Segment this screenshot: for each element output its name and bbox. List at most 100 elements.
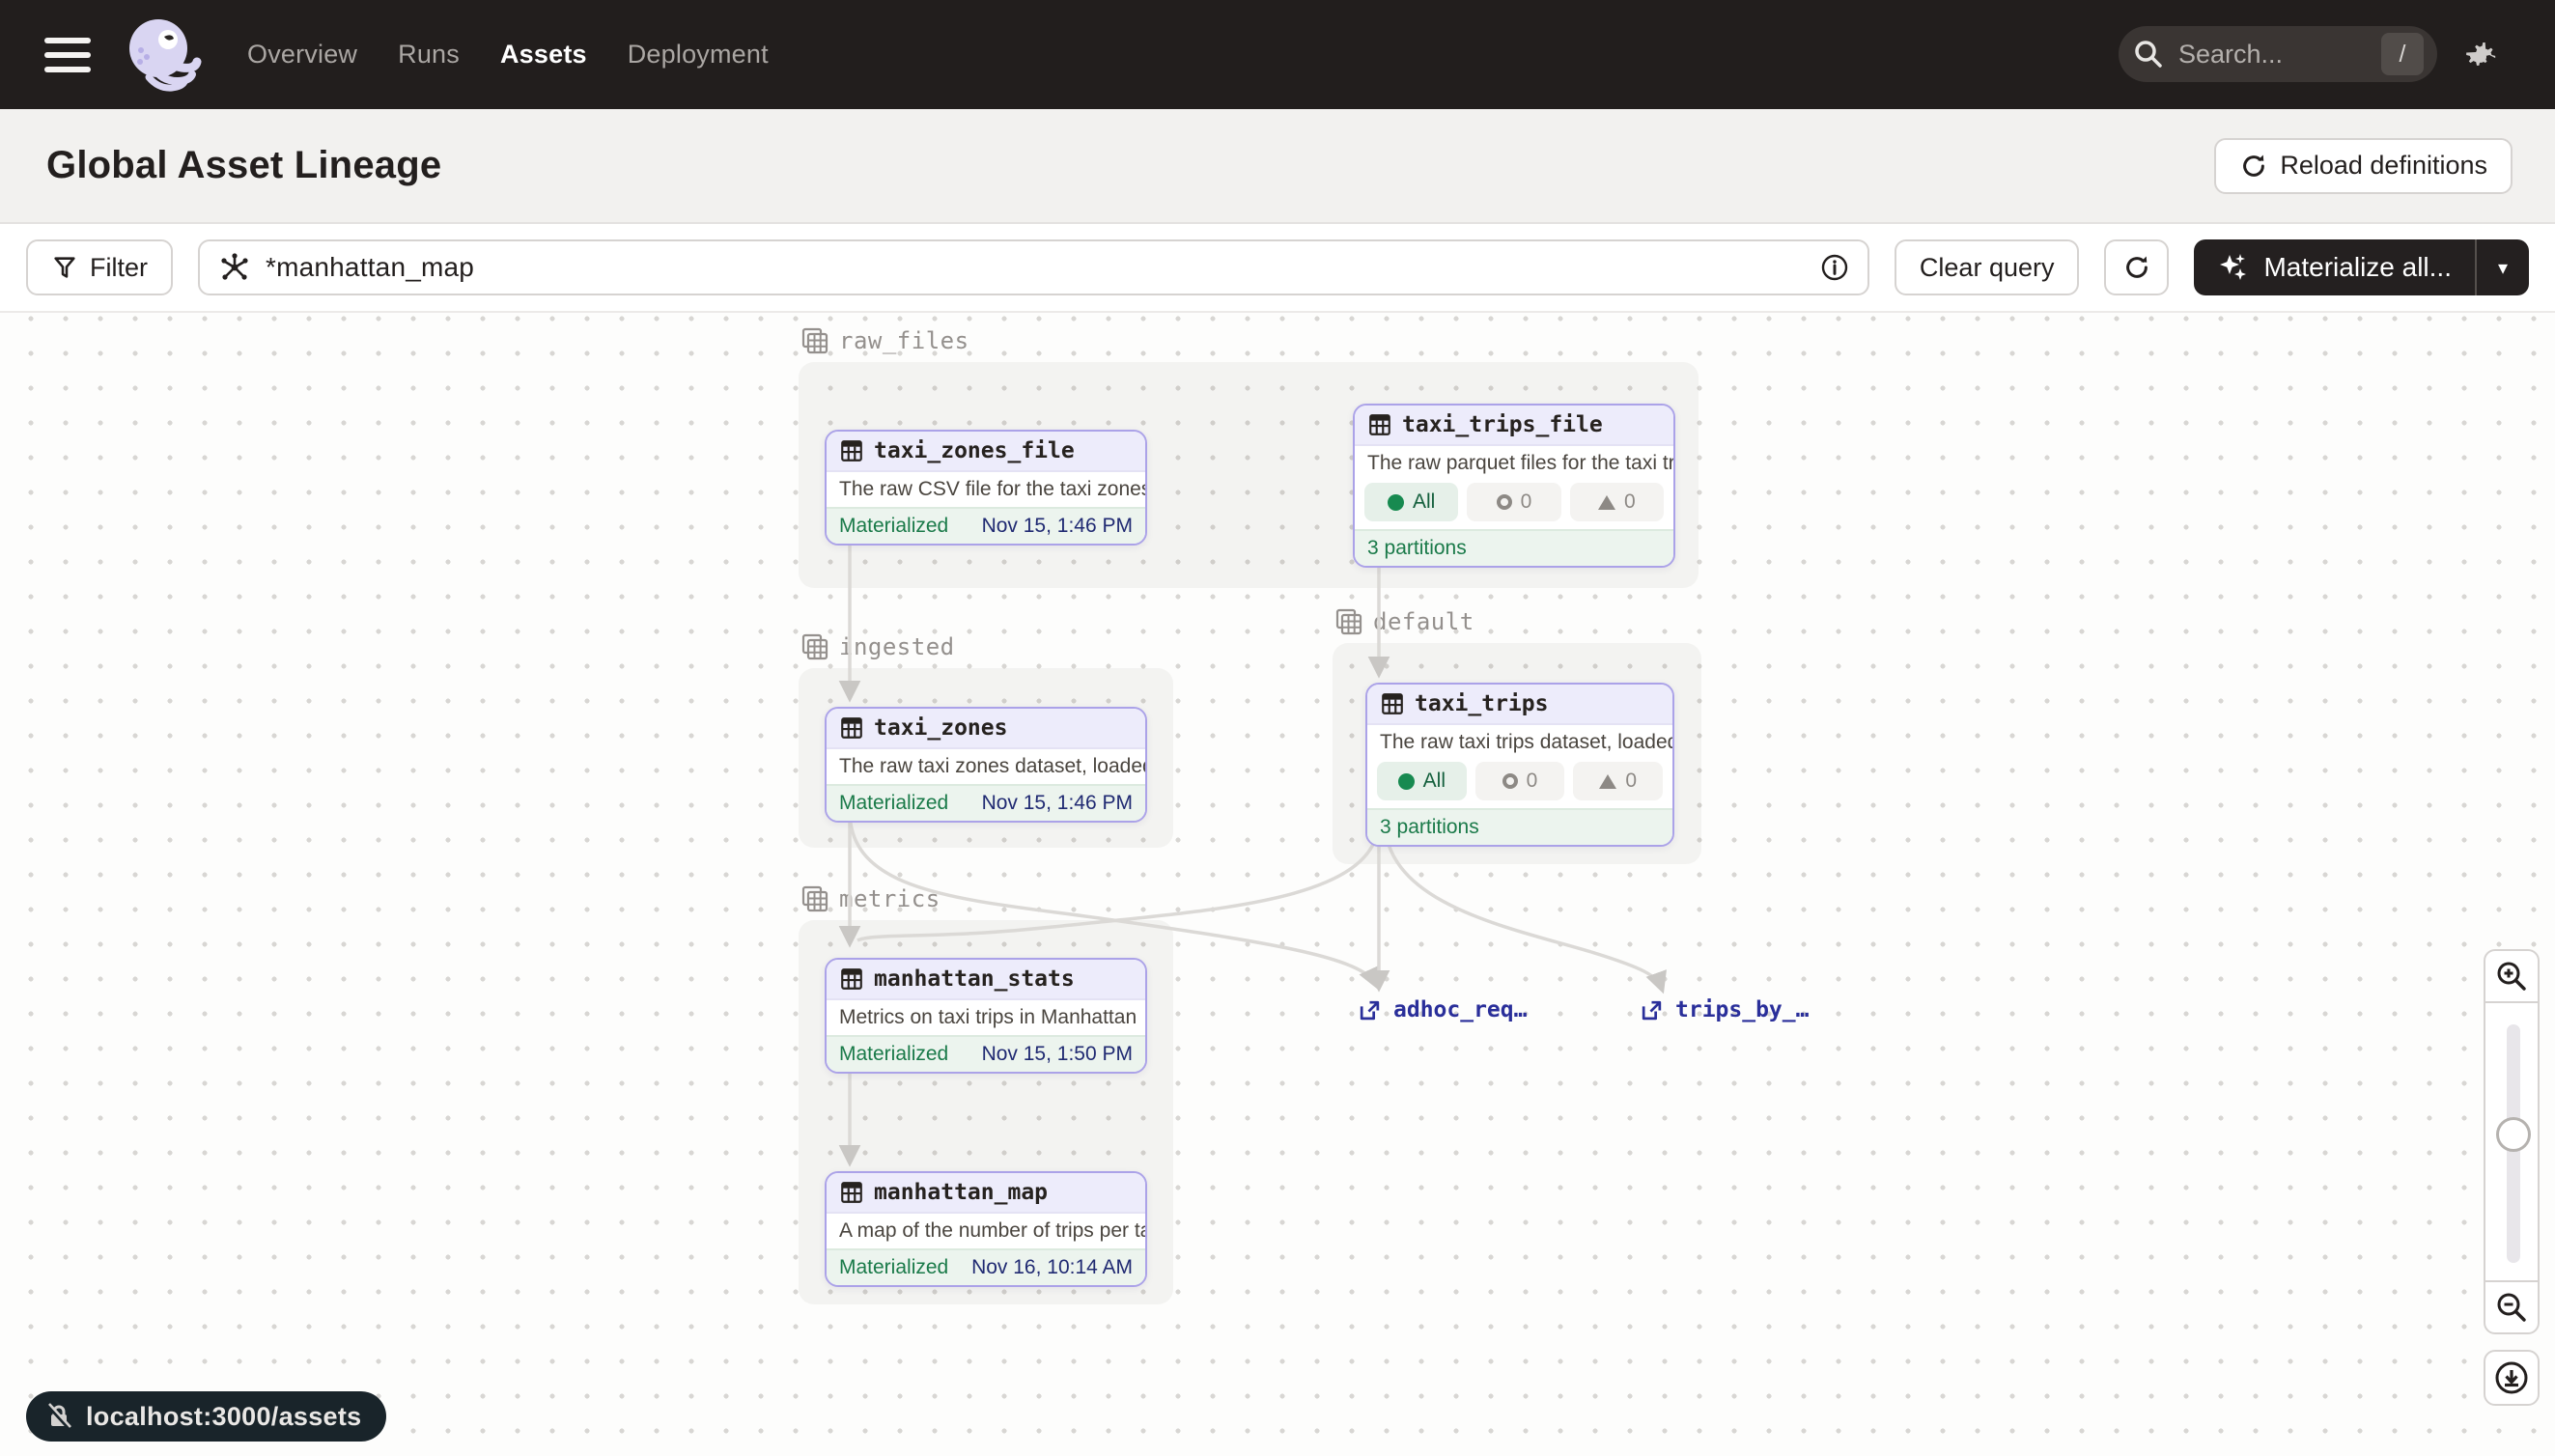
group-label-raw_files[interactable]: raw_files — [800, 326, 969, 355]
materialize-all-button[interactable]: Materialize all... ▾ — [2194, 239, 2529, 295]
zoom-out-button[interactable] — [2484, 1280, 2540, 1334]
top-navigation-bar: Overview Runs Assets Deployment Search..… — [0, 0, 2555, 109]
zoom-out-icon — [2494, 1290, 2529, 1325]
group-icon — [800, 884, 829, 913]
table-icon — [839, 1180, 864, 1205]
asset-node-manhattan_map[interactable]: manhattan_map A map of the number of tri… — [825, 1171, 1147, 1287]
table-icon — [839, 438, 864, 463]
settings-button[interactable] — [2458, 33, 2501, 75]
dagster-logo-icon[interactable] — [120, 14, 203, 97]
asset-description: A map of the number of trips per taxi z.… — [827, 1212, 1145, 1248]
download-image-button[interactable] — [2484, 1350, 2540, 1406]
asset-node-manhattan_stats[interactable]: manhattan_stats Metrics on taxi trips in… — [825, 958, 1147, 1074]
ring-icon — [1502, 773, 1518, 789]
asset-name: taxi_trips — [1415, 691, 1548, 716]
group-label-metrics[interactable]: metrics — [800, 884, 941, 913]
status-badge: Materialized — [839, 1043, 948, 1066]
filter-label: Filter — [90, 253, 148, 283]
partitions-failed-badge[interactable]: 0 — [1475, 762, 1565, 800]
table-icon — [839, 715, 864, 741]
nav-item-overview[interactable]: Overview — [247, 40, 357, 70]
zoom-controls — [2484, 949, 2540, 1334]
external-link-icon — [1640, 998, 1664, 1022]
info-icon[interactable] — [1819, 252, 1850, 283]
sparkles-icon — [2217, 251, 2250, 284]
group-name: raw_files — [839, 327, 969, 354]
group-label-ingested[interactable]: ingested — [800, 632, 955, 661]
asset-description: The raw taxi zones dataset, loaded int..… — [827, 747, 1145, 784]
clear-query-button[interactable]: Clear query — [1895, 239, 2080, 295]
materialization-time[interactable]: Nov 15, 1:46 PM — [982, 792, 1133, 815]
group-name: default — [1373, 608, 1474, 635]
group-label-default[interactable]: default — [1334, 607, 1474, 636]
refresh-graph-button[interactable] — [2104, 239, 2169, 295]
external-asset-name: adhoc_req… — [1393, 997, 1527, 1022]
external-asset-name: trips_by_… — [1675, 997, 1809, 1022]
filter-funnel-icon — [51, 254, 78, 281]
partition-health-row: All 0 0 — [1367, 760, 1672, 808]
group-icon — [1334, 607, 1363, 636]
status-badge: Materialized — [839, 1256, 948, 1279]
nav-item-deployment[interactable]: Deployment — [628, 40, 769, 70]
materialization-time[interactable]: Nov 15, 1:46 PM — [982, 515, 1133, 538]
triangle-icon — [1599, 774, 1616, 789]
partitions-missing-badge[interactable]: 0 — [1570, 483, 1664, 521]
asset-node-taxi_zones[interactable]: taxi_zones The raw taxi zones dataset, l… — [825, 707, 1147, 823]
asset-name: taxi_zones_file — [874, 438, 1075, 463]
gear-icon — [2460, 35, 2499, 73]
table-icon — [839, 966, 864, 992]
asset-description: The raw parquet files for the taxi trips… — [1355, 444, 1673, 481]
search-shortcut-key: / — [2381, 33, 2424, 75]
nav-item-runs[interactable]: Runs — [398, 40, 460, 70]
query-value: *manhattan_map — [266, 252, 1806, 283]
asset-name: manhattan_stats — [874, 966, 1075, 992]
partitions-materialized-badge[interactable]: All — [1377, 762, 1467, 800]
partitions-missing-badge[interactable]: 0 — [1573, 762, 1663, 800]
asset-query-input[interactable]: *manhattan_map — [198, 239, 1869, 295]
zoom-slider[interactable] — [2484, 1001, 2540, 1282]
page-header: Global Asset Lineage Reload definitions — [0, 109, 2555, 224]
external-asset-trips_by[interactable]: trips_by_… — [1640, 997, 1809, 1022]
status-badge: Materialized — [839, 792, 948, 815]
asset-node-taxi_trips[interactable]: taxi_trips The raw taxi trips dataset, l… — [1365, 683, 1674, 847]
asset-node-taxi_zones_file[interactable]: taxi_zones_file The raw CSV file for the… — [825, 430, 1147, 546]
partitions-materialized-badge[interactable]: All — [1364, 483, 1458, 521]
asset-name: taxi_trips_file — [1402, 412, 1603, 437]
nav-item-assets[interactable]: Assets — [500, 40, 587, 70]
refresh-icon — [2122, 253, 2151, 282]
insecure-lock-icon — [43, 1401, 74, 1432]
reload-icon — [2239, 152, 2268, 181]
table-icon — [1380, 691, 1405, 716]
global-search-input[interactable]: Search... / — [2119, 26, 2437, 82]
materialization-time[interactable]: Nov 15, 1:50 PM — [982, 1043, 1133, 1066]
status-url-text: localhost:3000/assets — [86, 1402, 361, 1432]
lineage-canvas[interactable]: raw_files ingested default metrics — [0, 313, 2555, 1456]
page-title: Global Asset Lineage — [46, 144, 441, 187]
materialize-dropdown-caret[interactable]: ▾ — [2477, 239, 2529, 295]
asset-node-taxi_trips_file[interactable]: taxi_trips_file The raw parquet files fo… — [1353, 404, 1675, 568]
asset-description: The raw CSV file for the taxi zones dat.… — [827, 470, 1145, 507]
group-name: metrics — [839, 885, 941, 912]
external-asset-adhoc_req[interactable]: adhoc_req… — [1358, 997, 1527, 1022]
reload-definitions-label: Reload definitions — [2280, 151, 2487, 181]
browser-status-bubble: localhost:3000/assets — [26, 1391, 386, 1442]
zoom-slider-handle[interactable] — [2496, 1117, 2531, 1152]
group-name: ingested — [839, 633, 955, 660]
partitions-failed-badge[interactable]: 0 — [1467, 483, 1560, 521]
partition-health-row: All 0 0 — [1355, 481, 1673, 529]
filter-button[interactable]: Filter — [26, 239, 173, 295]
clear-query-label: Clear query — [1920, 253, 2055, 283]
hamburger-menu-icon[interactable] — [44, 38, 91, 72]
asset-description: The raw taxi trips dataset, loaded into … — [1367, 723, 1672, 760]
partitions-count: 3 partitions — [1367, 537, 1467, 560]
asset-name: taxi_zones — [874, 715, 1007, 741]
triangle-icon — [1598, 495, 1615, 510]
green-dot-icon — [1388, 494, 1404, 511]
zoom-in-button[interactable] — [2484, 949, 2540, 1003]
asset-description: Metrics on taxi trips in Manhattan — [827, 998, 1145, 1035]
green-dot-icon — [1398, 773, 1415, 790]
materialize-all-label: Materialize all... — [2263, 252, 2452, 283]
lineage-query-icon — [217, 250, 252, 285]
reload-definitions-button[interactable]: Reload definitions — [2214, 138, 2513, 194]
materialization-time[interactable]: Nov 16, 10:14 AM — [971, 1256, 1133, 1279]
